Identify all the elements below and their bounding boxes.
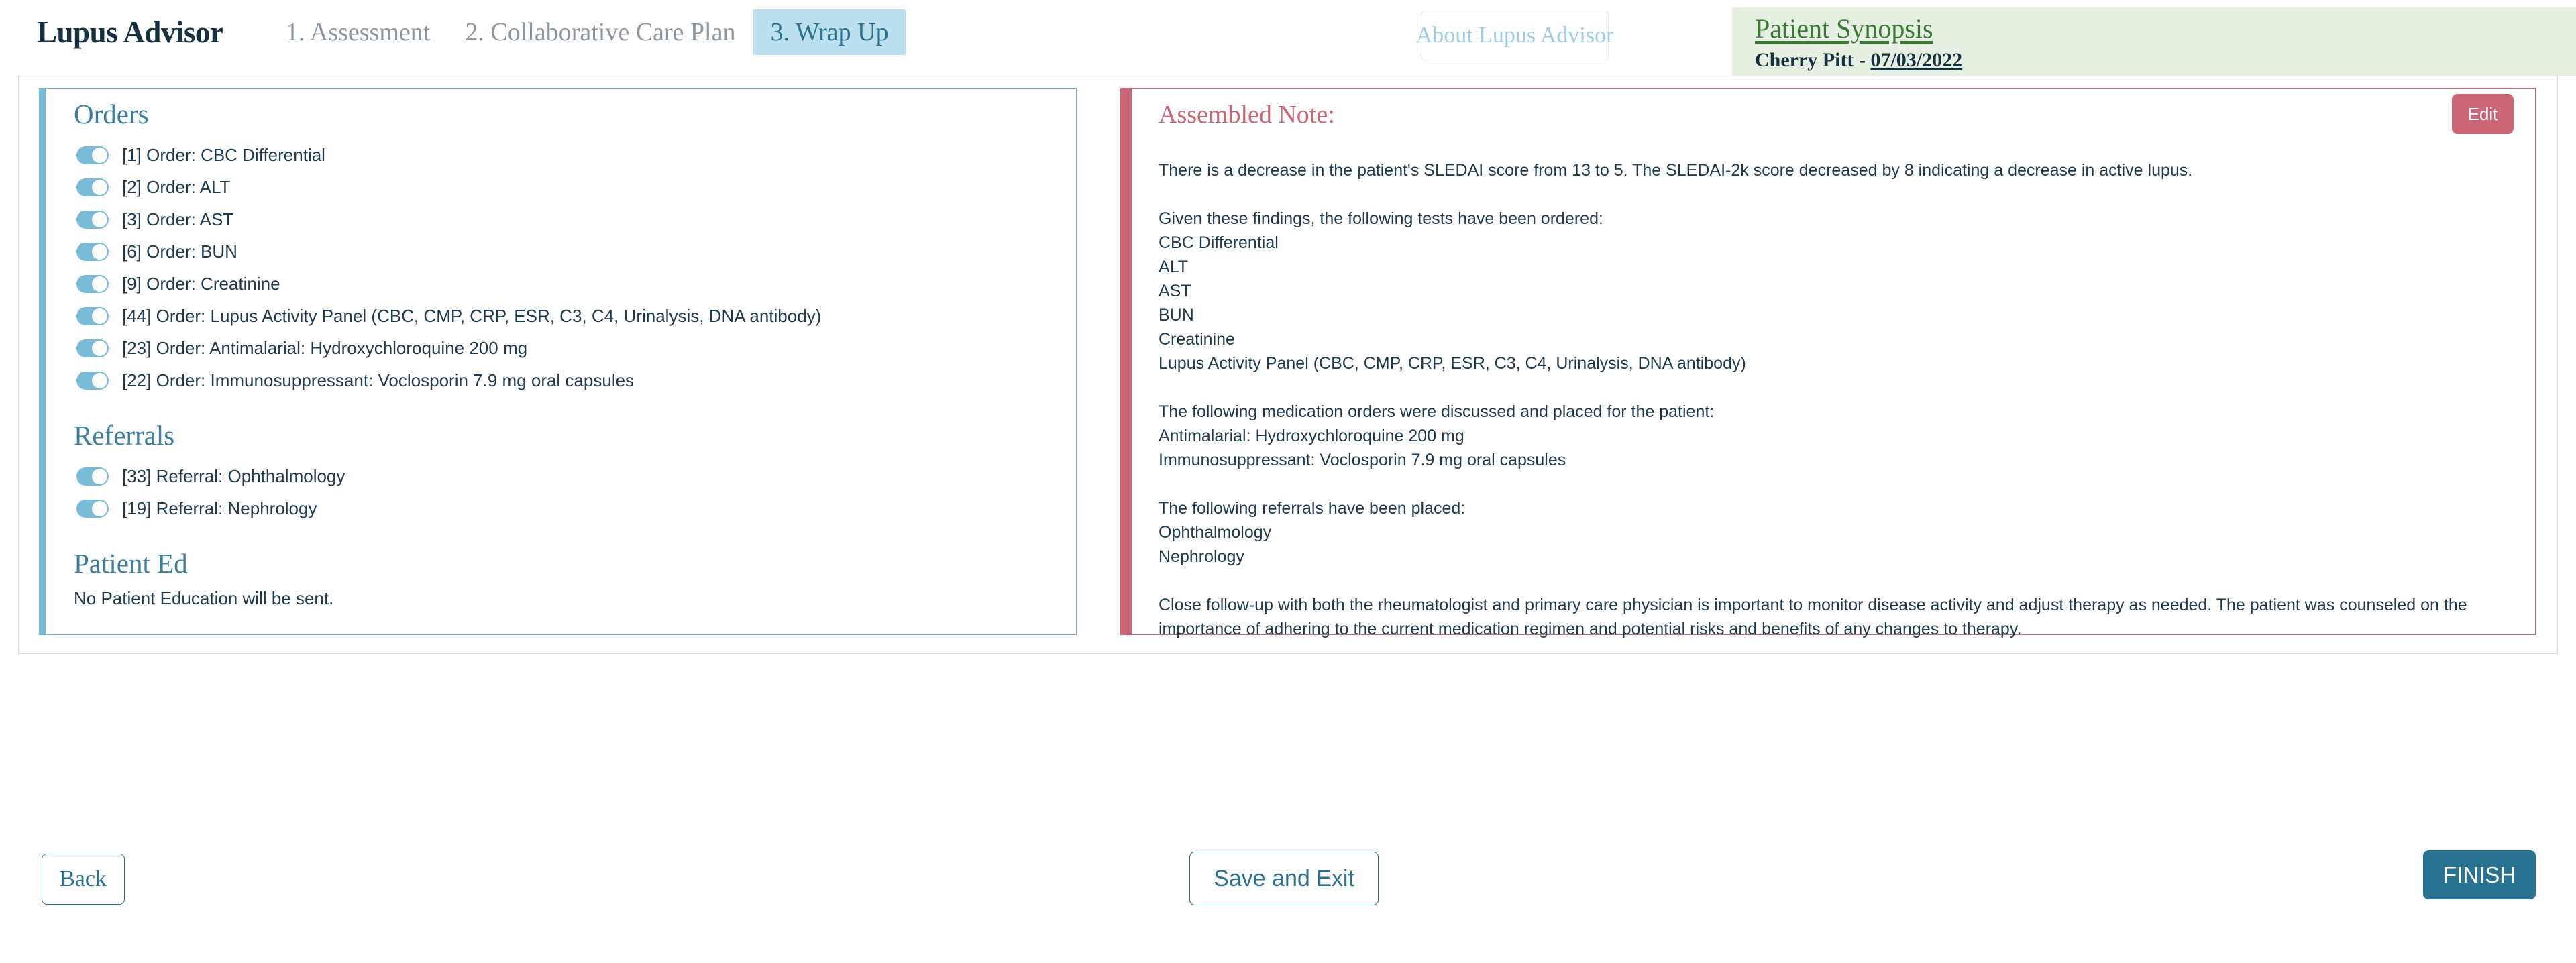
note-test-item: ALT: [1159, 258, 1188, 276]
note-spacer: [1159, 569, 2508, 593]
panel-columns: Orders [1] Order: CBC Differential [2] O…: [19, 76, 2557, 653]
order-label: [23] Order: Antimalarial: Hydroxychloroq…: [122, 337, 528, 358]
note-test-item: CBC Differential: [1159, 233, 1279, 252]
note-spacer: [1159, 472, 2508, 496]
toggle-knob-icon: [92, 308, 107, 324]
order-label: [2] Order: ALT: [122, 176, 231, 197]
order-row-creatinine[interactable]: [9] Order: Creatinine: [74, 268, 1076, 300]
note-referrals-intro: The following referrals have been placed…: [1159, 499, 1466, 518]
note-test-item: Lupus Activity Panel (CBC, CMP, CRP, ESR…: [1159, 354, 1746, 373]
assembled-note-header: Assembled Note: Edit: [1159, 94, 2514, 134]
order-row-immunosuppressant[interactable]: [22] Order: Immunosuppressant: Voclospor…: [74, 364, 1076, 396]
patient-name: Cherry Pitt: [1755, 49, 1854, 71]
order-row-ast[interactable]: [3] Order: AST: [74, 203, 1076, 235]
toggle-knob-icon: [92, 243, 107, 260]
toggle-knob-icon: [92, 179, 107, 195]
referral-row-nephrology[interactable]: [19] Referral: Nephrology: [74, 492, 1076, 524]
toggle-switch-on-icon[interactable]: [76, 371, 109, 390]
referrals-section-title: Referrals: [74, 420, 175, 451]
edit-note-button[interactable]: Edit: [2452, 94, 2514, 134]
note-med-item: Immunosuppressant: Voclosporin 7.9 mg or…: [1159, 451, 1566, 469]
order-row-antimalarial[interactable]: [23] Order: Antimalarial: Hydroxychloroq…: [74, 332, 1076, 364]
note-spacer: [1159, 376, 2508, 400]
patient-ed-section-title: Patient Ed: [74, 548, 188, 579]
note-med-item: Antimalarial: Hydroxychloroquine 200 mg: [1159, 427, 1464, 445]
referral-row-ophthalmology[interactable]: [33] Referral: Ophthalmology: [74, 460, 1076, 492]
note-test-item: Creatinine: [1159, 330, 1235, 349]
orders-referrals-panel: Orders [1] Order: CBC Differential [2] O…: [39, 88, 1077, 635]
referral-label: [19] Referral: Nephrology: [122, 498, 317, 518]
assembled-note-panel: Assembled Note: Edit There is a decrease…: [1120, 88, 2536, 638]
note-paragraph-summary: There is a decrease in the patient's SLE…: [1159, 161, 2193, 180]
order-row-lupus-activity-panel[interactable]: [44] Order: Lupus Activity Panel (CBC, C…: [74, 300, 1076, 332]
patient-name-and-date: Cherry Pitt - 07/03/2022: [1755, 49, 2576, 72]
toggle-knob-icon: [92, 147, 107, 163]
save-and-exit-button[interactable]: Save and Exit: [1189, 852, 1379, 905]
toggle-knob-icon: [92, 372, 107, 388]
synopsis-separator: -: [1854, 49, 1871, 71]
toggle-switch-on-icon[interactable]: [76, 467, 109, 486]
back-button[interactable]: Back: [42, 854, 125, 905]
order-label: [6] Order: BUN: [122, 241, 237, 262]
toggle-switch-on-icon[interactable]: [76, 146, 109, 164]
note-closing-paragraph: Close follow-up with both the rheumatolo…: [1159, 596, 2467, 638]
toggle-knob-icon: [92, 211, 107, 227]
order-label: [9] Order: Creatinine: [122, 273, 280, 294]
patient-synopsis-panel: Patient Synopsis Cherry Pitt - 07/03/202…: [1732, 7, 2576, 76]
assembled-note-title: Assembled Note:: [1159, 101, 1335, 129]
tab-assessment[interactable]: 1. Assessment: [268, 9, 447, 55]
finish-button[interactable]: FINISH: [2423, 850, 2536, 899]
main-content-container: Orders [1] Order: CBC Differential [2] O…: [18, 76, 2558, 654]
app-header: Lupus Advisor 1. Assessment 2. Collabora…: [0, 0, 2576, 76]
note-test-item: BUN: [1159, 306, 1194, 325]
referral-label: [33] Referral: Ophthalmology: [122, 465, 345, 486]
order-label: [22] Order: Immunosuppressant: Voclospor…: [122, 370, 635, 390]
note-tests-intro: Given these findings, the following test…: [1159, 209, 1603, 228]
note-test-item: AST: [1159, 282, 1191, 300]
toggle-switch-on-icon[interactable]: [76, 499, 109, 518]
tab-collaborative-care-plan[interactable]: 2. Collaborative Care Plan: [447, 9, 753, 55]
toggle-switch-on-icon[interactable]: [76, 306, 109, 325]
order-row-cbc-differential[interactable]: [1] Order: CBC Differential: [74, 139, 1076, 171]
order-label: [3] Order: AST: [122, 209, 234, 229]
toggle-switch-on-icon[interactable]: [76, 274, 109, 293]
toggle-knob-icon: [92, 276, 107, 292]
orders-section-title: Orders: [74, 99, 149, 129]
note-meds-intro: The following medication orders were dis…: [1159, 402, 1715, 421]
toggle-switch-on-icon[interactable]: [76, 339, 109, 357]
about-lupus-advisor-button[interactable]: About Lupus Advisor: [1416, 11, 1613, 60]
order-label: [44] Order: Lupus Activity Panel (CBC, C…: [122, 305, 822, 326]
toggle-knob-icon: [92, 468, 107, 484]
tab-wrap-up[interactable]: 3. Wrap Up: [753, 9, 906, 55]
note-referral-item: Ophthalmology: [1159, 523, 1272, 542]
order-row-alt[interactable]: [2] Order: ALT: [74, 171, 1076, 203]
patient-synopsis-link[interactable]: Patient Synopsis: [1755, 15, 2576, 42]
toggle-knob-icon: [92, 500, 107, 516]
toggle-switch-on-icon[interactable]: [76, 210, 109, 229]
app-brand-title: Lupus Advisor: [37, 15, 223, 49]
encounter-date: 07/03/2022: [1870, 49, 1963, 71]
note-spacer: [1159, 182, 2508, 207]
note-referral-item: Nephrology: [1159, 547, 1244, 566]
toggle-switch-on-icon[interactable]: [76, 178, 109, 196]
wizard-tabs: 1. Assessment 2. Collaborative Care Plan…: [268, 9, 906, 55]
assembled-note-body: There is a decrease in the patient's SLE…: [1159, 158, 2508, 641]
order-label: [1] Order: CBC Differential: [122, 144, 325, 165]
patient-ed-status-text: No Patient Education will be sent.: [74, 588, 334, 608]
toggle-switch-on-icon[interactable]: [76, 242, 109, 261]
toggle-knob-icon: [92, 340, 107, 356]
order-row-bun[interactable]: [6] Order: BUN: [74, 235, 1076, 268]
